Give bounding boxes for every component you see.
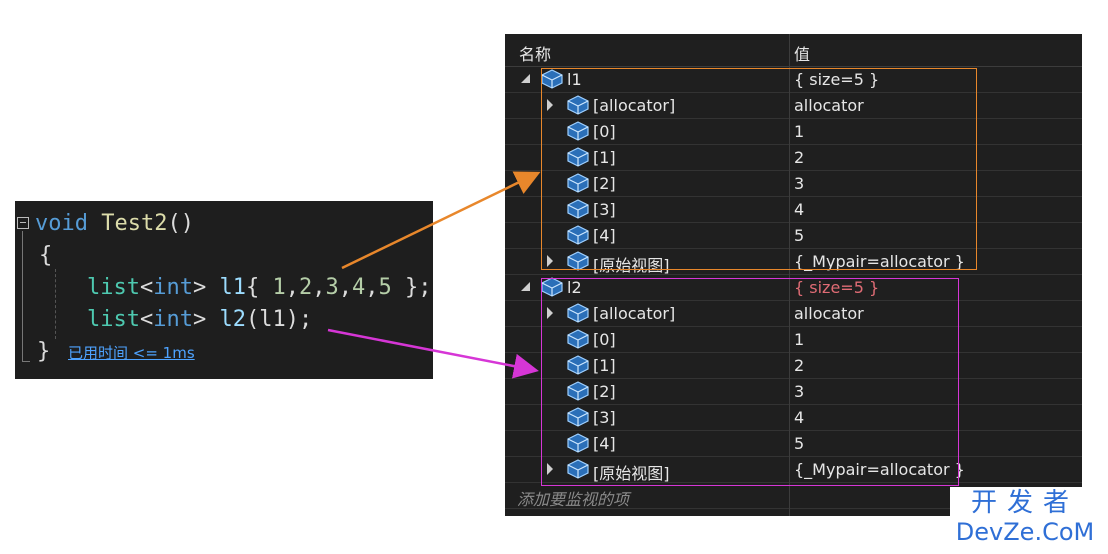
annotation-arrows [327, 171, 541, 379]
arrow-l2 [327, 328, 539, 379]
watermark-cn: 开发者 [970, 488, 1079, 518]
arrow-l1 [341, 171, 541, 270]
watermark-logo: 开发者 DevZe.CoM [950, 487, 1100, 547]
watermark-en: DevZe.CoM [955, 518, 1095, 546]
